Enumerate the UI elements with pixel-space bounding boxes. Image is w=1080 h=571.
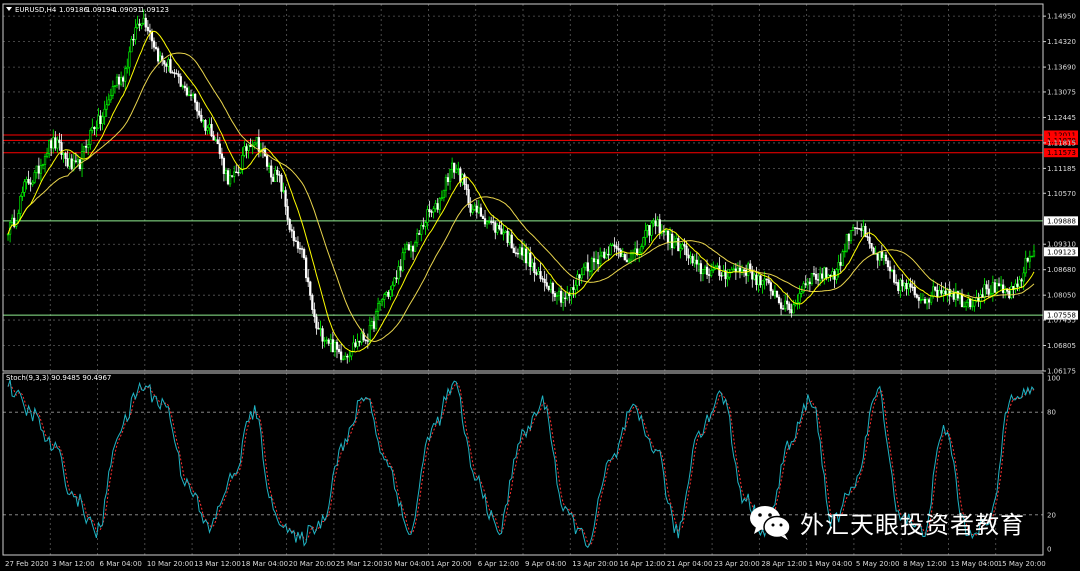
price-axis-label: 1.11815 xyxy=(1047,139,1076,147)
time-axis-label: 20 Mar 20:00 xyxy=(289,560,336,568)
current-price-tag: 1.09123 xyxy=(1044,247,1078,257)
time-axis-label: 10 Mar 20:00 xyxy=(147,560,194,568)
price-axis-label: 1.06805 xyxy=(1047,342,1076,350)
time-axis: 27 Feb 2020 3 Mar 12:00 6 Mar 04:00 10 Mar … xyxy=(5,560,1046,568)
time-axis-label: 1 Apr 20:00 xyxy=(430,560,471,568)
time-axis-label: 5 May 20:00 xyxy=(856,560,900,568)
moving-average-fast xyxy=(7,30,1035,353)
time-axis-label: 9 Apr 04:00 xyxy=(525,560,566,568)
price-axis-label: 1.10570 xyxy=(1047,190,1076,198)
time-axis-label: 27 Feb 2020 xyxy=(5,560,49,568)
time-axis-label: 13 Apr 20:00 xyxy=(572,560,618,568)
trading-chart[interactable]: 1.120111.118781.115731.098881.07558 EURU… xyxy=(0,0,1080,571)
price-axis-label: 1.14320 xyxy=(1047,38,1076,46)
ohlc-high: 1.09194 xyxy=(86,6,115,14)
stoch-axis-label: 80 xyxy=(1047,409,1056,417)
level-tag: 1.09888 xyxy=(1044,216,1078,226)
time-axis-label: 1 May 04:00 xyxy=(809,560,853,568)
price-axis-label: 1.12445 xyxy=(1047,114,1076,122)
price-axis-label: 1.11185 xyxy=(1047,165,1076,173)
stoch-axis-label: 100 xyxy=(1047,375,1060,383)
time-axis-label: 8 May 12:00 xyxy=(903,560,947,568)
time-axis-label: 15 May 20:00 xyxy=(998,560,1046,568)
candles xyxy=(6,9,1036,364)
level-tag: 1.11573 xyxy=(1044,148,1078,158)
watermark: 外汇天眼投资者教育 xyxy=(748,500,1025,544)
time-axis-label: 28 Apr 12:00 xyxy=(761,560,807,568)
price-axis-label: 1.07435 xyxy=(1047,317,1076,325)
time-axis-label: 23 Apr 20:00 xyxy=(714,560,760,568)
ohlc-low: 1.09091 xyxy=(113,6,142,14)
wechat-icon xyxy=(750,506,791,540)
horizontal-levels[interactable]: 1.120111.118781.115731.098881.07558 xyxy=(3,130,1078,320)
price-axis-label: 1.08050 xyxy=(1047,292,1076,300)
price-axis-label: 1.14950 xyxy=(1047,13,1076,21)
price-axis-label: 1.13690 xyxy=(1047,64,1076,72)
price-axis-label: 1.08680 xyxy=(1047,266,1076,274)
chart-header: EURUSD,H4 1.09186 1.09194 1.09091 1.0912… xyxy=(6,6,169,14)
level-label: 1.11573 xyxy=(1047,149,1076,157)
time-axis-label: 6 Apr 12:00 xyxy=(478,560,519,568)
time-axis-label: 21 Apr 04:00 xyxy=(667,560,713,568)
stoch-axis-label: 0 xyxy=(1047,546,1051,554)
stoch-header: Stoch(9,3,3) 90.9485 90.4967 xyxy=(6,374,111,382)
header-dropdown-icon[interactable] xyxy=(6,7,12,11)
ohlc-close: 1.09123 xyxy=(140,6,169,14)
price-axis-label: 1.13075 xyxy=(1047,88,1076,96)
stoch-axis: 100 80 20 0 xyxy=(1047,375,1060,554)
time-axis-label: 25 Mar 12:00 xyxy=(336,560,383,568)
time-axis-label: 16 Apr 12:00 xyxy=(620,560,666,568)
moving-average-slow xyxy=(7,52,1035,343)
current-price-label: 1.09123 xyxy=(1047,248,1076,256)
time-axis-label: 13 May 04:00 xyxy=(950,560,998,568)
symbol-label: EURUSD,H4 xyxy=(15,6,57,14)
time-axis-label: 30 Mar 04:00 xyxy=(383,560,430,568)
stoch-axis-label: 20 xyxy=(1047,511,1056,519)
level-label: 1.09888 xyxy=(1047,217,1076,225)
time-axis-label: 13 Mar 12:00 xyxy=(194,560,241,568)
time-axis-label: 6 Mar 04:00 xyxy=(100,560,142,568)
price-axis: 1.14950 1.14320 1.13690 1.13075 1.12445 1.118… xyxy=(1043,13,1076,376)
ohlc-open: 1.09186 xyxy=(59,6,88,14)
time-axis-label: 18 Mar 04:00 xyxy=(241,560,288,568)
time-axis-label: 3 Mar 12:00 xyxy=(52,560,94,568)
